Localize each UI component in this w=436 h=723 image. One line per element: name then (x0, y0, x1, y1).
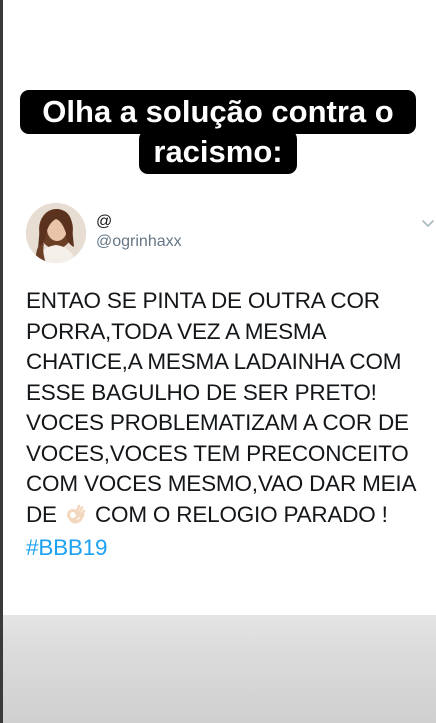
tweet-text-line: PORRA,TODA VEZ A MESMA (26, 318, 327, 344)
chevron-down-icon[interactable] (420, 215, 436, 231)
tweet-text-line: CHATICE,A MESMA LADAINHA COM (26, 349, 402, 374)
story-caption: Olha a solução contra o racismo: (0, 90, 436, 174)
tweet-card[interactable]: @ @ogrinhaxx ENTAO SE PINTA DE OUTRA COR… (3, 193, 436, 615)
tweet-text-line: VOCES PROBLEMATIZAM A COR DE (26, 410, 409, 435)
hashtag-link[interactable]: #BBB19 (26, 533, 431, 564)
tweet-text-last-line: DE COM O RELOGIO PARADO ! (26, 500, 431, 534)
story-background-bottom (3, 615, 436, 723)
ok-hand-emoji-icon (65, 503, 87, 534)
avatar-image (26, 203, 86, 263)
caption-line-2: racismo: (139, 130, 297, 174)
last-line-prefix: DE (26, 501, 57, 527)
avatar[interactable] (26, 203, 86, 263)
tweet-text: ENTAO SE PINTA DE OUTRA COR PORRA,TODA V… (26, 286, 431, 564)
user-handle[interactable]: @ogrinhaxx (96, 233, 182, 251)
tweet-text-line: ENTAO SE PINTA DE OUTRA COR (26, 288, 380, 313)
tweet-text-line: COM VOCES MESMO,VAO DAR MEIA (26, 471, 417, 496)
caption-line-1: Olha a solução contra o (20, 90, 416, 134)
tweet-text-line: ESSE BAGULHO DE SER PRETO! (26, 379, 377, 405)
story-frame: Olha a solução contra o racismo: @ @ogri… (0, 0, 436, 723)
display-name[interactable]: @ (96, 213, 112, 231)
tweet-text-line: VOCES,VOCES TEM PRECONCEITO (26, 440, 409, 466)
last-line-suffix: COM O RELOGIO PARADO ! (94, 501, 388, 527)
